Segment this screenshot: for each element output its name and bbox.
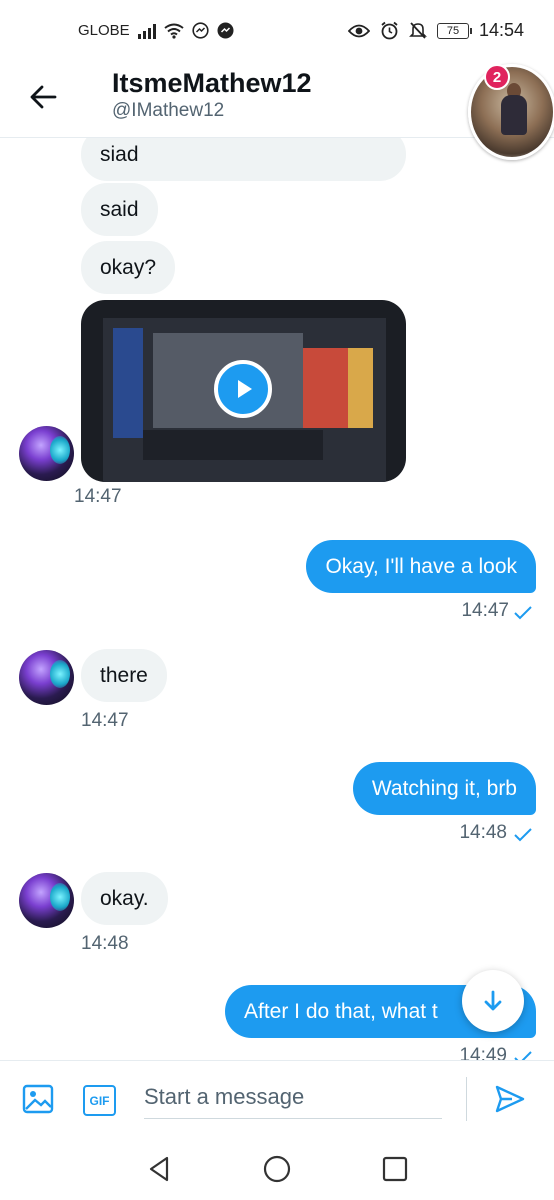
message-list[interactable]: siad said okay? 14:47 Okay, I'll have a … bbox=[0, 138, 554, 1060]
message-text: okay. bbox=[100, 887, 149, 910]
video-attachment[interactable] bbox=[81, 300, 406, 482]
contact-name[interactable]: ItsmeMathew12 bbox=[112, 68, 312, 99]
message-text: said bbox=[100, 198, 139, 221]
message-bubble-outgoing[interactable]: Watching it, brb bbox=[352, 762, 536, 816]
battery-icon: 75 bbox=[436, 22, 472, 39]
sender-avatar[interactable] bbox=[19, 650, 74, 705]
message-bubble-incoming[interactable]: said bbox=[81, 183, 158, 237]
avatar-body bbox=[501, 95, 527, 135]
system-nav-bar bbox=[0, 1136, 554, 1200]
message-bubble-incoming[interactable]: okay? bbox=[81, 241, 176, 295]
message-timestamp: 14:49 bbox=[459, 1045, 507, 1060]
sender-avatar[interactable] bbox=[19, 426, 74, 481]
status-right: 75 14:54 bbox=[347, 20, 524, 41]
image-icon[interactable] bbox=[22, 1083, 54, 1115]
play-icon bbox=[238, 380, 252, 398]
message-text: Okay, I'll have a look bbox=[325, 555, 517, 578]
gif-button[interactable]: GIF bbox=[83, 1085, 116, 1116]
message-text: okay? bbox=[100, 256, 157, 279]
message-bubble-incoming[interactable]: there bbox=[81, 649, 167, 703]
message-timestamp: 14:47 bbox=[81, 710, 129, 731]
message-timestamp: 14:48 bbox=[81, 933, 129, 954]
alarm-icon bbox=[381, 21, 398, 40]
wifi-icon bbox=[164, 23, 184, 39]
message-text: siad bbox=[100, 143, 139, 166]
scroll-to-bottom-button[interactable] bbox=[462, 970, 524, 1032]
sender-avatar[interactable] bbox=[19, 873, 74, 928]
message-timestamp: 14:47 bbox=[74, 486, 122, 507]
contact-avatar[interactable] bbox=[468, 64, 554, 160]
message-text: Watching it, brb bbox=[371, 777, 517, 800]
messenger-icon bbox=[217, 22, 234, 39]
back-arrow-icon[interactable] bbox=[28, 82, 58, 112]
conversation-header: ItsmeMathew12 @IMathew12 2 bbox=[0, 60, 554, 160]
message-input[interactable] bbox=[144, 1075, 442, 1119]
signal-icon bbox=[137, 23, 156, 39]
home-nav-icon[interactable] bbox=[262, 1154, 292, 1184]
battery-level: 75 bbox=[446, 24, 460, 37]
contact-handle[interactable]: @IMathew12 bbox=[112, 100, 224, 122]
message-timestamp: 14:47 bbox=[461, 600, 509, 621]
eye-icon bbox=[347, 24, 370, 37]
send-icon[interactable] bbox=[494, 1083, 526, 1115]
message-timestamp: 14:48 bbox=[459, 822, 507, 843]
notification-badge: 2 bbox=[484, 64, 510, 90]
recents-nav-icon[interactable] bbox=[380, 1154, 410, 1184]
status-left: GLOBE bbox=[78, 22, 234, 39]
sent-check-icon bbox=[514, 828, 532, 842]
message-bubble-incoming[interactable]: siad bbox=[81, 138, 406, 182]
arrow-down-icon bbox=[484, 990, 502, 1011]
composer-divider bbox=[466, 1077, 467, 1121]
play-button[interactable] bbox=[214, 360, 272, 418]
back-nav-icon[interactable] bbox=[145, 1154, 175, 1184]
message-text: After I do that, what t bbox=[244, 1000, 438, 1023]
message-bubble-incoming[interactable]: okay. bbox=[81, 872, 168, 926]
message-text: there bbox=[100, 664, 148, 687]
mute-icon bbox=[409, 22, 427, 39]
status-bar: GLOBE 75 14:54 bbox=[0, 0, 554, 60]
messenger-icon bbox=[192, 22, 209, 39]
message-bubble-outgoing[interactable]: Okay, I'll have a look bbox=[306, 540, 536, 594]
sent-check-icon bbox=[514, 606, 532, 620]
message-composer: GIF bbox=[0, 1060, 554, 1136]
sent-check-icon bbox=[514, 1051, 532, 1060]
carrier-label: GLOBE bbox=[78, 22, 130, 39]
clock: 14:54 bbox=[478, 20, 524, 40]
